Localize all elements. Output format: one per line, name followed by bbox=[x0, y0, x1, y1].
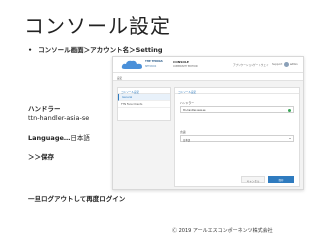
nav-applications[interactable]: アプリケーション bbox=[233, 63, 254, 67]
annotation-language-label: Language… bbox=[28, 134, 71, 142]
language-label: 言語 bbox=[180, 130, 186, 134]
settings-sidebar: コンソール設定 General TTN Fans Clients bbox=[117, 87, 171, 121]
check-icon bbox=[288, 108, 291, 112]
handler-field[interactable]: ttn-handler-asia-se bbox=[180, 106, 294, 113]
annotation-language: Language…日本語 bbox=[28, 132, 90, 142]
slide-title: コンソール設定 bbox=[24, 14, 171, 38]
slide-bullet: • コンソール画面＞アカウント名＞Setting bbox=[28, 44, 162, 54]
console-subbar: 設定 bbox=[113, 73, 303, 81]
handler-value: ttn-handler-asia-se bbox=[183, 108, 206, 112]
brand-bottom: NETWORK bbox=[145, 64, 157, 68]
annotation-save: ＞＞保存 bbox=[28, 153, 54, 161]
brand-top: THE THINGS bbox=[145, 60, 163, 63]
cancel-button[interactable]: キャンセル bbox=[241, 176, 265, 183]
annotation-language-value: 日本語 bbox=[70, 134, 90, 142]
console-title: CONSOLE bbox=[173, 60, 189, 64]
cloud-logo-icon bbox=[121, 60, 142, 69]
breadcrumb[interactable]: 設定 bbox=[117, 76, 122, 80]
bullet-text: コンソール画面＞アカウント名＞Setting bbox=[38, 46, 163, 54]
language-value: 日本語 bbox=[183, 138, 191, 142]
relogin-note: 一旦ログアウトして再度ログイン bbox=[28, 195, 126, 203]
sidebar-item-general[interactable]: General bbox=[118, 94, 170, 101]
annotation-handler-value: ttn-handler-asia-se bbox=[28, 114, 90, 122]
chevron-down-icon bbox=[289, 138, 291, 139]
handler-label: ハンドラー bbox=[180, 101, 194, 105]
user-avatar-icon[interactable] bbox=[284, 62, 289, 67]
user-name[interactable]: admin bbox=[290, 63, 298, 66]
annotation-handler-label: ハンドラー bbox=[28, 105, 61, 113]
language-select[interactable]: 日本語 bbox=[180, 135, 294, 142]
sidebar-item-clients[interactable]: TTN Fans Clients bbox=[118, 101, 170, 108]
nav-support[interactable]: Support bbox=[272, 63, 282, 66]
console-topbar: THE THINGS NETWORK CONSOLE COMMUNITY EDI… bbox=[113, 57, 303, 73]
nav-gateways[interactable]: ゲートウェイ bbox=[253, 63, 269, 67]
copyright: Ⓒ 2019 アールエスコンポーネンツ株式会社 bbox=[172, 228, 273, 234]
save-button[interactable]: 保存 bbox=[268, 176, 294, 183]
bullet-dot: • bbox=[28, 46, 33, 54]
main-header: コンソール設定 bbox=[175, 88, 299, 94]
console-screenshot: THE THINGS NETWORK CONSOLE COMMUNITY EDI… bbox=[112, 56, 304, 190]
console-subtitle: COMMUNITY EDITION bbox=[173, 64, 198, 68]
settings-main-panel: コンソール設定 ハンドラー ttn-handler-asia-se 言語 日本語… bbox=[174, 87, 300, 187]
